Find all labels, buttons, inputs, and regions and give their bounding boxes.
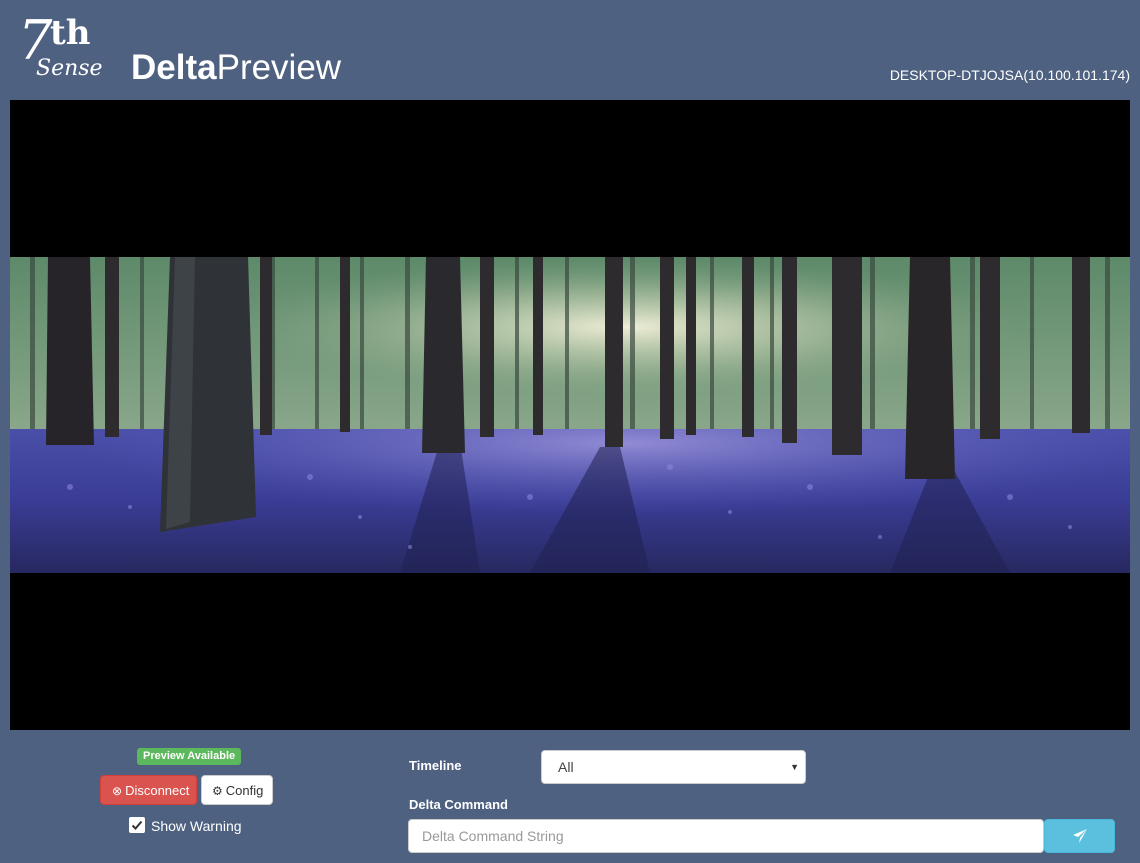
- app-title-rest: Preview: [216, 48, 342, 87]
- timeline-select[interactable]: All ▼: [541, 750, 806, 784]
- forest-image: [10, 257, 1130, 573]
- logo-th: th: [50, 13, 91, 53]
- app-title: DeltaPreview: [131, 48, 341, 88]
- app-title-bold: Delta: [131, 48, 217, 87]
- config-button[interactable]: ⚙ Config: [201, 775, 273, 805]
- timeline-selected-value: All: [558, 759, 574, 775]
- disconnect-button[interactable]: ⊗ Disconnect: [100, 775, 197, 805]
- disconnect-label: Disconnect: [125, 783, 190, 798]
- timeline-label: Timeline: [409, 758, 462, 773]
- show-warning-label: Show Warning: [151, 818, 242, 834]
- gear-icon: ⚙: [212, 784, 223, 798]
- 7thsense-logo: 7 th Sense: [16, 13, 103, 84]
- send-command-button[interactable]: [1044, 819, 1115, 853]
- checkmark-icon: [131, 820, 143, 830]
- preview-viewport: [10, 100, 1130, 730]
- show-warning-toggle[interactable]: Show Warning: [129, 817, 242, 835]
- config-label: Config: [225, 783, 264, 798]
- delta-command-input[interactable]: [408, 819, 1044, 853]
- status-badge: Preview Available: [137, 748, 242, 765]
- header: 7 th Sense DeltaPreview DESKTOP-DTJOJSA(…: [0, 0, 1140, 100]
- show-warning-checkbox[interactable]: [129, 817, 145, 833]
- paper-plane-icon: [1073, 829, 1087, 843]
- delta-command-label: Delta Command: [409, 797, 508, 812]
- times-circle-icon: ⊗: [112, 784, 123, 798]
- chevron-down-icon: ▼: [790, 762, 799, 772]
- logo-sense: Sense: [36, 56, 103, 81]
- host-name: DESKTOP-DTJOJSA(10.100.101.174): [889, 67, 1130, 83]
